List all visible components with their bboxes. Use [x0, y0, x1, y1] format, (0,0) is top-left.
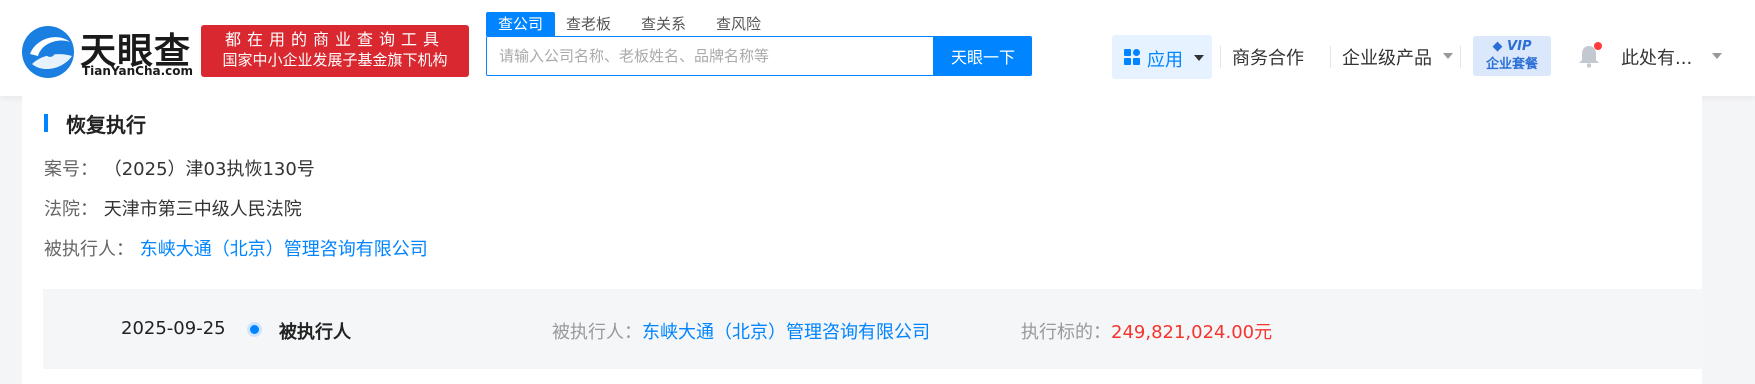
search-input[interactable]	[487, 37, 933, 75]
section-title-marker	[44, 114, 48, 132]
execution-record-row: 2025-09-25 被执行人 被执行人：东峡大通（北京）管理咨询有限公司 执行…	[43, 289, 1702, 369]
record-party-company-link[interactable]: 东峡大通（北京）管理咨询有限公司	[642, 322, 930, 343]
apps-menu[interactable]: 应用	[1112, 35, 1212, 79]
nav-divider	[1220, 46, 1221, 68]
chevron-down-icon	[1712, 53, 1722, 59]
business-cooperation-link[interactable]: 商务合作	[1232, 44, 1304, 70]
record-party: 被执行人：东峡大通（北京）管理咨询有限公司	[552, 318, 930, 344]
vip-package-label: 企业套餐	[1485, 57, 1538, 72]
slogan-line-1: 都在用的商业查询工具	[224, 30, 445, 49]
vip-label: ◆ VIP	[1492, 39, 1532, 54]
case-number-label: 案号：	[44, 159, 98, 180]
nav-divider	[1330, 46, 1331, 68]
search-button[interactable]: 天眼一下	[934, 36, 1032, 76]
record-amount-label: 执行标的：	[1021, 322, 1111, 343]
vip-enterprise-badge[interactable]: ◆ VIP 企业套餐	[1473, 36, 1551, 76]
case-number-row: 案号： （2025）津03执恢130号	[44, 155, 315, 181]
record-amount: 执行标的：249,821,024.00元	[1021, 318, 1272, 344]
executee-company-link[interactable]: 东峡大通（北京）管理咨询有限公司	[140, 239, 428, 260]
court-value: 天津市第三中级人民法院	[103, 199, 302, 220]
apps-grid-icon	[1124, 49, 1140, 65]
record-amount-value: 249,821,024.00元	[1111, 322, 1273, 343]
restore-execution-card: 恢复执行 案号： （2025）津03执恢130号 法院： 天津市第三中级人民法院…	[22, 96, 1702, 384]
tab-company[interactable]: 查公司	[486, 12, 556, 36]
executee-row: 被执行人： 东峡大通（北京）管理咨询有限公司	[44, 235, 428, 261]
tianyancha-logo-icon	[22, 26, 74, 78]
diamond-icon: ◆	[1492, 39, 1508, 54]
section-title: 恢复执行	[66, 113, 146, 137]
record-date: 2025-09-25	[121, 318, 226, 339]
chevron-down-icon	[1194, 55, 1204, 61]
tab-risk[interactable]: 查风险	[716, 12, 761, 36]
court-label: 法院：	[44, 199, 98, 220]
slogan-line-2: 国家中小企业发展子基金旗下机构	[222, 51, 448, 69]
timeline-dot	[250, 325, 259, 334]
slogan-banner: 都在用的商业查询工具 国家中小企业发展子基金旗下机构	[201, 25, 469, 77]
chevron-down-icon	[1443, 53, 1453, 59]
logo-domain: TianYanCha.com	[82, 64, 194, 78]
executee-label: 被执行人：	[44, 239, 134, 260]
case-number-value: （2025）津03执恢130号	[103, 159, 315, 180]
record-party-label: 被执行人：	[552, 322, 642, 343]
logo[interactable]: 天眼查 TianYanCha.com	[20, 22, 194, 82]
search-box	[486, 36, 934, 76]
tab-boss[interactable]: 查老板	[566, 12, 611, 36]
notification-dot	[1594, 42, 1602, 50]
top-header: 天眼查 TianYanCha.com 都在用的商业查询工具 国家中小企业发展子基…	[0, 0, 1755, 96]
tab-relation[interactable]: 查关系	[641, 12, 686, 36]
nav-divider	[1460, 46, 1461, 68]
notification-button[interactable]	[1578, 42, 1602, 68]
court-row: 法院： 天津市第三中级人民法院	[44, 195, 302, 221]
record-role: 被执行人	[279, 322, 351, 343]
apps-label: 应用	[1147, 50, 1183, 71]
enterprise-products-menu[interactable]: 企业级产品	[1342, 44, 1432, 70]
user-menu[interactable]: 此处有...	[1621, 44, 1692, 70]
